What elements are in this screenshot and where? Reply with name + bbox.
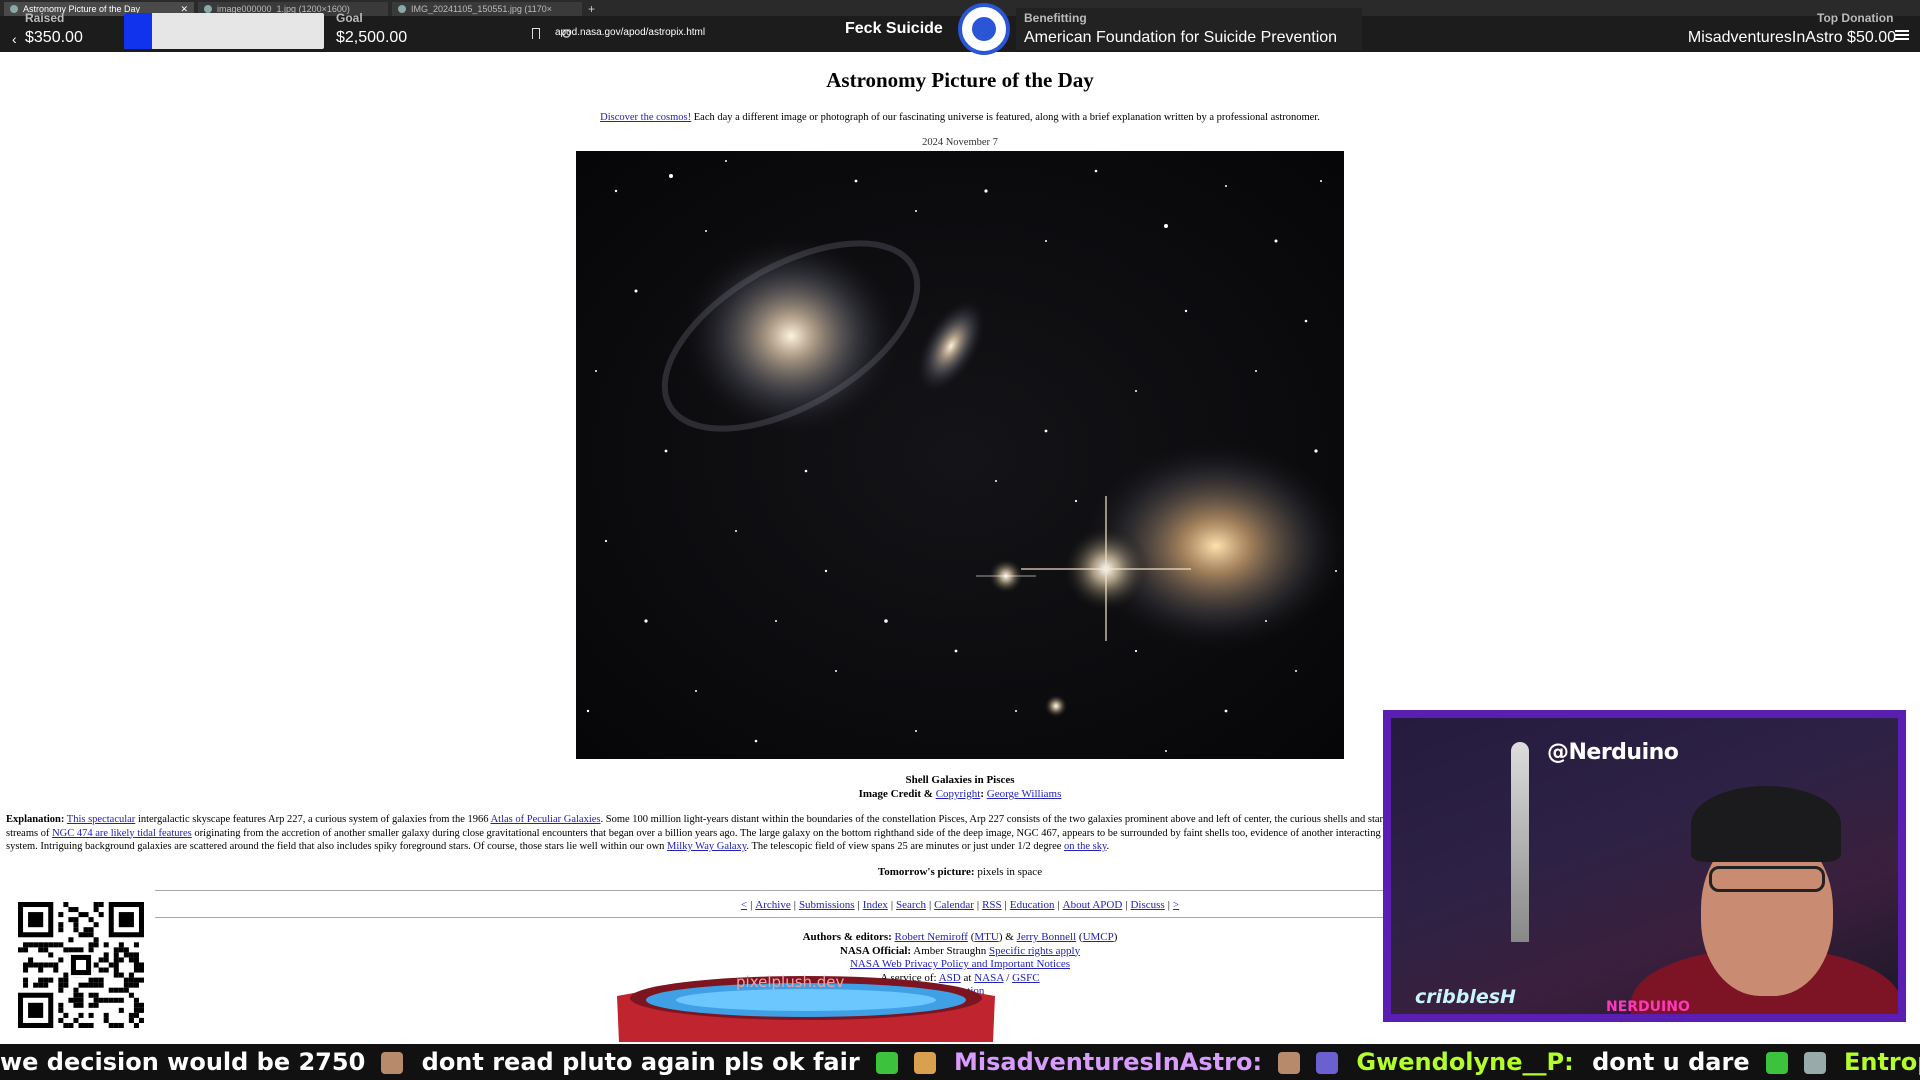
apod-favicon-icon	[10, 5, 18, 13]
image-favicon-icon	[204, 5, 212, 13]
explanation: Explanation: This spectacular intergalac…	[6, 813, 1386, 854]
explanation-link[interactable]: This spectacular	[67, 814, 136, 825]
goal-label: Goal	[336, 11, 363, 25]
campaign-title: Feck Suicide	[845, 20, 943, 37]
nav-link[interactable]: Search	[896, 899, 926, 911]
benefitting-value: American Foundation for Suicide Preventi…	[1024, 29, 1338, 46]
nav-separator: |	[1125, 899, 1128, 911]
qr-pattern	[18, 902, 144, 1028]
raised-label: Raised	[25, 11, 65, 25]
checkmark-icon	[875, 1052, 898, 1074]
pixelplush-label: pixelplush.dev	[736, 973, 845, 991]
top-donation-label: Top Donation	[1817, 11, 1894, 25]
author-affiliation-link[interactable]: UMCP	[1083, 931, 1114, 943]
explanation-link[interactable]: Milky Way Galaxy	[667, 841, 746, 852]
nav-link[interactable]: About APOD	[1063, 899, 1123, 911]
lifebuoy-icon	[958, 3, 1010, 55]
donation-progress-fill	[124, 13, 152, 49]
rights-link[interactable]: Specific rights apply	[989, 945, 1080, 957]
glasses	[1709, 866, 1825, 892]
tab-label: IMG_20241105_150551.jpg (1170×	[411, 4, 553, 14]
nav-link[interactable]: Education	[1010, 899, 1055, 911]
explanation-text: . The telescopic field of view spans 25 …	[746, 841, 1065, 852]
checkmark-icon	[1765, 1052, 1788, 1074]
nav-separator: |	[1057, 899, 1060, 911]
intro-text: Discover the cosmos! Each day a differen…	[600, 112, 1320, 123]
author-affiliation-link[interactable]: MTU	[974, 931, 998, 943]
ticker-username: EntropicUniverse:	[1843, 1048, 1920, 1076]
image-favicon-icon	[398, 5, 406, 13]
goal-value: $2,500.00	[336, 29, 408, 46]
nav-link[interactable]: Archive	[755, 899, 790, 911]
top-donation-value: MisadventuresInAstro $50.00	[1687, 29, 1896, 46]
nav-separator: |	[793, 899, 796, 911]
explanation-text: intergalactic skyscape features Arp 227,…	[135, 814, 491, 825]
nav-separator: |	[750, 899, 753, 911]
nav-link[interactable]: RSS	[982, 899, 1002, 911]
emote-icon	[1278, 1052, 1301, 1074]
nav-link[interactable]: <	[741, 899, 747, 911]
galaxy-ngc474	[676, 231, 906, 441]
nav-separator: |	[1004, 899, 1007, 911]
nav-link[interactable]: Index	[863, 899, 888, 911]
nav-link[interactable]: Discuss	[1130, 899, 1164, 911]
ticker-message: we decision would be 2750	[0, 1048, 366, 1076]
explanation-link[interactable]: NGC 474 are likely tidal features	[52, 828, 192, 839]
discover-link[interactable]: Discover the cosmos!	[600, 112, 691, 123]
nav-separator: |	[976, 899, 980, 911]
qr-code	[12, 896, 150, 1034]
copyright-link[interactable]: Copyright	[936, 788, 981, 800]
webcam-name-overlay: cribblesH	[1415, 986, 1516, 1008]
nav-separator: |	[890, 899, 894, 911]
diamond-icon	[1803, 1052, 1826, 1074]
webcam-brand-overlay: NERDUINO	[1606, 999, 1690, 1014]
nav-link[interactable]: Submissions	[799, 899, 855, 911]
emote-icon	[1316, 1052, 1339, 1074]
galaxy-image-svg	[586, 160, 1344, 752]
tab-image-2[interactable]: IMG_20241105_150551.jpg (1170×	[392, 2, 582, 16]
streamer-hat	[1691, 786, 1841, 862]
explanation-text: .	[1106, 841, 1110, 852]
explanation-link[interactable]: Atlas of Peculiar Galaxies	[491, 814, 601, 825]
benefitting-label: Benefitting	[1024, 11, 1087, 25]
rocket-model	[1511, 742, 1529, 942]
nav-link[interactable]: >	[1173, 899, 1179, 911]
ticker-message: dont u dare	[1592, 1048, 1750, 1076]
apod-date: 2024 November 7	[922, 137, 998, 148]
nav-separator: |	[1167, 899, 1170, 911]
menu-icon[interactable]	[1895, 30, 1909, 40]
divider	[155, 917, 1385, 918]
gsfc-link[interactable]: GSFC	[1012, 972, 1040, 984]
chat-ticker: we decision would be 2750 dont read plut…	[0, 1044, 1920, 1080]
emote-icon	[913, 1052, 936, 1074]
ticker-username: Gwendolyne__P:	[1356, 1048, 1574, 1076]
explanation-label: Explanation:	[6, 814, 65, 825]
channel-name: @Nerduino	[1547, 740, 1679, 765]
nav-link[interactable]: Calendar	[934, 899, 974, 911]
new-tab-button[interactable]: +	[588, 2, 595, 16]
donation-progress-bar	[124, 13, 324, 49]
divider	[155, 890, 1385, 891]
url-field[interactable]: apod.nasa.gov/apod/astropix.html	[555, 27, 705, 38]
photographer-link[interactable]: George Williams	[987, 788, 1062, 800]
bookmark-icon[interactable]	[532, 28, 540, 39]
apod-image[interactable]	[576, 151, 1344, 759]
author-link[interactable]: Robert Nemiroff	[895, 931, 968, 943]
emote-icon	[381, 1052, 404, 1074]
raised-value: $350.00	[25, 29, 83, 46]
ticker-username: MisadventuresInAstro:	[954, 1048, 1263, 1076]
nav-separator: |	[928, 899, 932, 911]
page-title: Astronomy Picture of the Day	[826, 68, 1094, 92]
explanation-body: This spectacular intergalactic skyscape …	[6, 814, 1383, 852]
webcam-overlay: @Nerduino cribblesH NERDUINO	[1383, 710, 1906, 1022]
nav-separator: |	[857, 899, 860, 911]
back-icon[interactable]: ‹	[12, 31, 17, 47]
explanation-link[interactable]: on the sky	[1064, 841, 1106, 852]
author-link[interactable]: Jerry Bonnell	[1017, 931, 1077, 943]
ticker-message: dont read pluto again pls ok fair	[421, 1048, 860, 1076]
